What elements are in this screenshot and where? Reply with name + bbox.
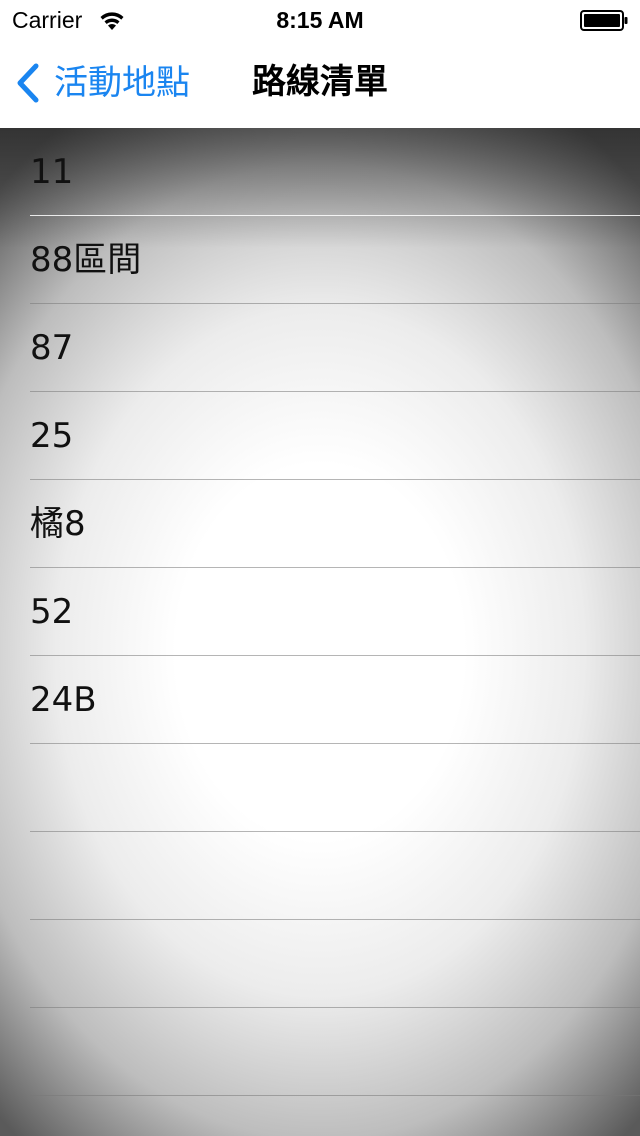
route-row[interactable]: 11 [0, 128, 640, 216]
route-label: 橘8 [30, 504, 86, 544]
route-row[interactable]: 24B [0, 656, 640, 744]
route-row[interactable]: 87 [0, 304, 640, 392]
navigation-bar: 活動地點 路線清單 [0, 40, 640, 128]
route-label: 52 [30, 592, 74, 632]
empty-row [0, 832, 640, 920]
clock-time: 8:15 AM [276, 7, 364, 33]
route-row[interactable]: 25 [0, 392, 640, 480]
route-label: 25 [30, 416, 74, 456]
battery-icon [580, 10, 628, 31]
empty-row [0, 1096, 640, 1136]
page-title: 路線清單 [252, 62, 388, 102]
route-list: 11 88區間 87 25 橘8 52 24B [0, 128, 640, 1136]
empty-row [0, 1008, 640, 1096]
route-label: 88區間 [30, 240, 142, 280]
route-label: 24B [30, 680, 97, 720]
empty-row [0, 920, 640, 1008]
screen: Carrier 8:15 AM 活動地點 路線清單 11 88區間 87 25 … [0, 0, 640, 1136]
route-row[interactable]: 88區間 [0, 216, 640, 304]
route-row[interactable]: 橘8 [0, 480, 640, 568]
route-row[interactable]: 52 [0, 568, 640, 656]
empty-row [0, 744, 640, 832]
status-bar: Carrier 8:15 AM [0, 0, 640, 40]
route-label: 11 [30, 152, 74, 192]
route-label: 87 [30, 328, 74, 368]
